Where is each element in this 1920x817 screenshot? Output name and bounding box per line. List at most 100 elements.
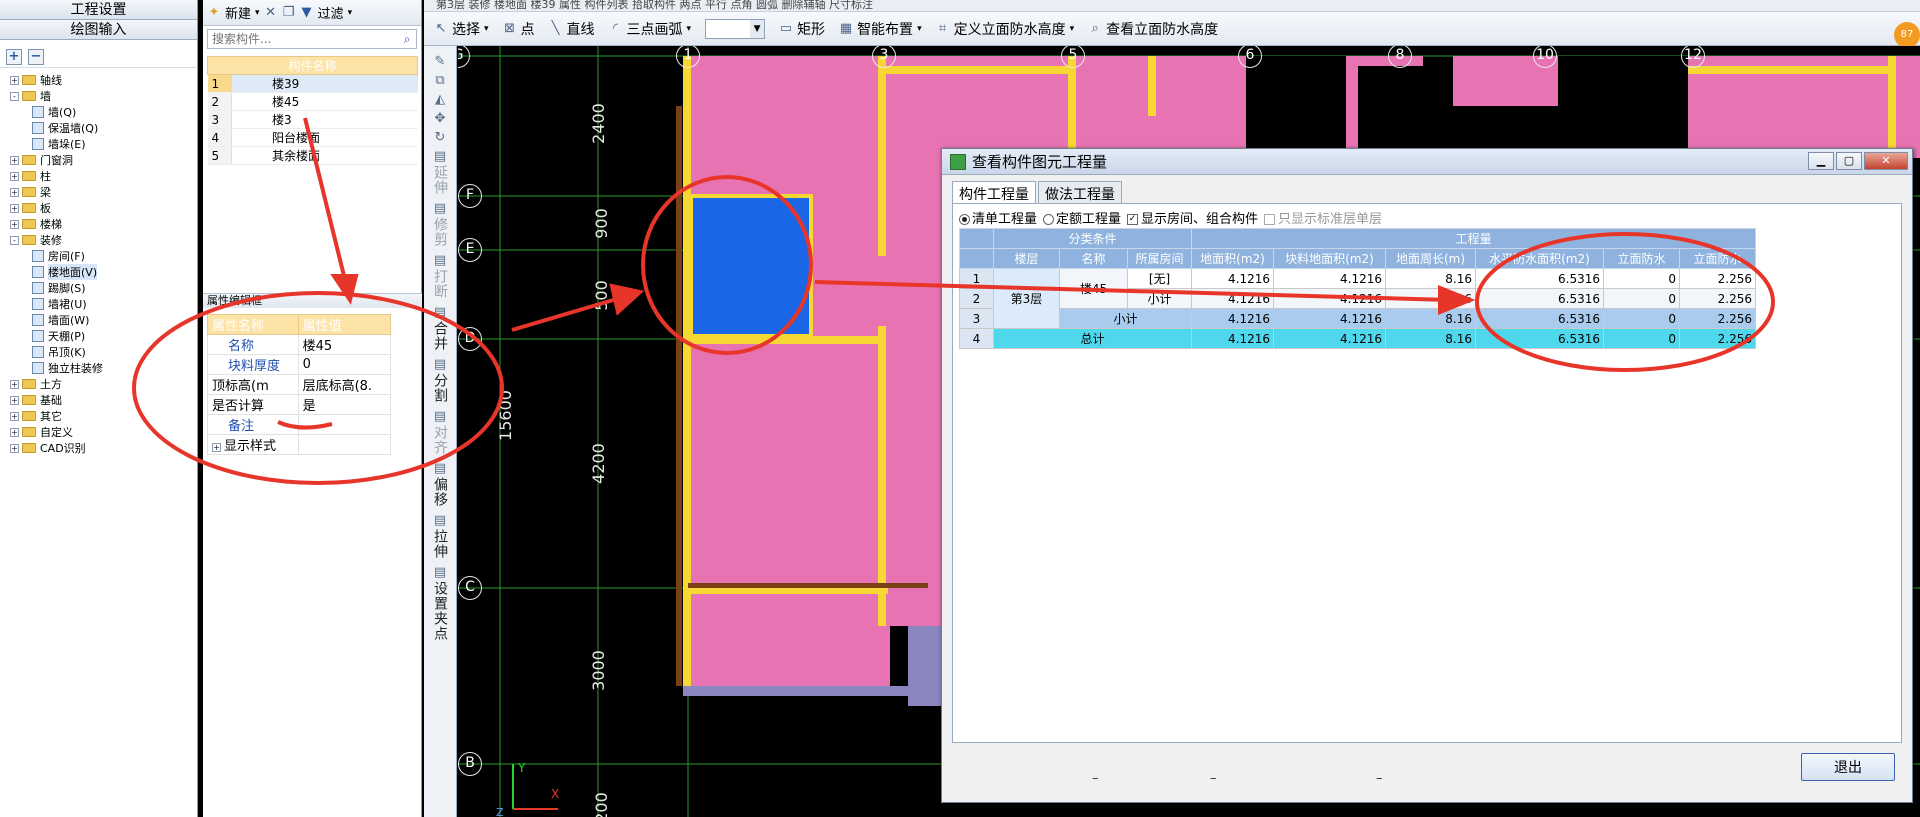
tree-item[interactable]: + CAD识别 bbox=[0, 440, 197, 456]
avatar[interactable]: 87 bbox=[1894, 22, 1920, 48]
smart-layout-tool[interactable]: ▦ 智能布置 ▾ bbox=[839, 19, 922, 39]
draw-mode-dropdown[interactable] bbox=[705, 18, 766, 39]
move-icon[interactable]: ✥ bbox=[432, 111, 448, 127]
property-value[interactable] bbox=[297, 414, 392, 435]
property-value[interactable]: 层底标高(8. bbox=[297, 374, 392, 395]
tree-item[interactable]: 房间(F) bbox=[0, 248, 197, 264]
property-row[interactable]: 备注 bbox=[207, 414, 392, 435]
property-row[interactable]: 名称 楼45 bbox=[207, 334, 392, 355]
property-row[interactable]: 块料厚度 0 bbox=[207, 354, 392, 375]
component-row[interactable]: 1 楼39 bbox=[207, 74, 418, 93]
show-room-checkbox[interactable]: ✓ 显示房间、组合构件 bbox=[1127, 208, 1258, 227]
tree-item[interactable]: + 基础 bbox=[0, 392, 197, 408]
expand-icon[interactable]: + bbox=[10, 75, 19, 85]
tree-item[interactable]: 墙面(W) bbox=[0, 312, 197, 328]
maximize-icon[interactable]: ▢ bbox=[1836, 152, 1862, 170]
define-waterproof-tool[interactable]: ⌗ 定义立面防水高度 ▾ bbox=[936, 19, 1074, 39]
vtool-button[interactable]: ▤ 拉伸 bbox=[432, 513, 448, 559]
component-row[interactable]: 5 其余楼面 bbox=[207, 146, 418, 165]
component-search-input[interactable] bbox=[208, 30, 398, 48]
tree-item[interactable]: + 柱 bbox=[0, 168, 197, 184]
vtool-button[interactable]: ▤ 偏移 bbox=[432, 461, 448, 507]
drawing-input-button[interactable]: 绘图输入 bbox=[0, 20, 197, 40]
rotate-icon[interactable]: ↻ bbox=[432, 130, 448, 146]
vtool-button[interactable]: ▤ 对齐 bbox=[432, 409, 448, 455]
select-tool[interactable]: ↖ 选择 ▾ bbox=[434, 19, 489, 39]
tree-item[interactable]: 楼地面(V) bbox=[0, 264, 197, 280]
expand-all-icon[interactable]: + bbox=[6, 48, 22, 65]
property-value[interactable] bbox=[297, 434, 392, 455]
mirror-icon[interactable]: ◭ bbox=[432, 92, 448, 108]
tree-item[interactable]: - 装修 bbox=[0, 232, 197, 248]
vtool-button[interactable]: ▤ 合并 bbox=[432, 305, 448, 351]
view-waterproof-tool[interactable]: ⌕ 查看立面防水高度 bbox=[1088, 19, 1218, 39]
component-row[interactable]: 3 楼3 bbox=[207, 110, 418, 129]
minimize-icon[interactable]: ▁ bbox=[1808, 152, 1834, 170]
pen-icon[interactable]: ✎ bbox=[432, 54, 448, 70]
expand-icon[interactable]: + bbox=[10, 411, 19, 421]
project-settings-button[interactable]: 工程设置 bbox=[0, 0, 197, 20]
expand-icon[interactable]: + bbox=[212, 443, 221, 452]
tree-item[interactable]: + 自定义 bbox=[0, 424, 197, 440]
tree-item[interactable]: + 土方 bbox=[0, 376, 197, 392]
expand-icon[interactable]: + bbox=[10, 443, 19, 453]
tree-item[interactable]: 墙裙(U) bbox=[0, 296, 197, 312]
vtool-button[interactable]: ▤ 分割 bbox=[432, 357, 448, 403]
tree-item[interactable]: 吊顶(K) bbox=[0, 344, 197, 360]
property-row[interactable]: + 显示样式 bbox=[207, 434, 392, 455]
property-value[interactable]: 楼45 bbox=[297, 334, 392, 355]
tree-item[interactable]: 墙(Q) bbox=[0, 104, 197, 120]
expand-icon[interactable]: + bbox=[10, 395, 19, 405]
tree-item[interactable]: 保温墙(Q) bbox=[0, 120, 197, 136]
point-tool[interactable]: ⊠ 点 bbox=[503, 19, 534, 39]
vtool-button[interactable]: ▤ 打断 bbox=[432, 253, 448, 299]
quota-quantity-radio[interactable]: 定额工程量 bbox=[1043, 208, 1121, 227]
tree-item[interactable]: + 门窗洞 bbox=[0, 152, 197, 168]
list-quantity-radio[interactable]: 清单工程量 bbox=[959, 208, 1037, 227]
collapse-icon[interactable]: - bbox=[10, 235, 19, 245]
collapse-all-icon[interactable]: − bbox=[28, 48, 44, 65]
table-row[interactable]: 1 第3层 楼45 [无] 4.1216 4.1216 8.16 6.5316 … bbox=[959, 268, 1756, 329]
arc-tool[interactable]: ◜ 三点画弧 ▾ bbox=[609, 19, 691, 39]
collapse-icon[interactable]: - bbox=[10, 91, 19, 101]
tree-item[interactable]: 天棚(P) bbox=[0, 328, 197, 344]
tree-item[interactable]: + 轴线 bbox=[0, 72, 197, 88]
component-row[interactable]: 4 阳台楼面 bbox=[207, 128, 418, 147]
tree-item[interactable]: -墙 bbox=[0, 88, 197, 104]
table-row[interactable]: 3 小计 4.1216 4.1216 8.16 6.5316 0 2.256 bbox=[959, 308, 1756, 329]
tree-item[interactable]: 踢脚(S) bbox=[0, 280, 197, 296]
tree-item[interactable]: + 梁 bbox=[0, 184, 197, 200]
dialog-titlebar[interactable]: 查看构件图元工程量 ▁ ▢ ✕ bbox=[942, 149, 1912, 175]
tree-item[interactable]: 独立柱装修 bbox=[0, 360, 197, 376]
expand-icon[interactable]: + bbox=[10, 427, 19, 437]
line-tool[interactable]: ╲ 直线 bbox=[549, 19, 595, 39]
tree-item[interactable]: + 楼梯 bbox=[0, 216, 197, 232]
expand-icon[interactable]: + bbox=[10, 171, 19, 181]
expand-icon[interactable]: + bbox=[10, 219, 19, 229]
vtool-button[interactable]: ▤ 设置夹点 bbox=[432, 565, 448, 641]
filter-button[interactable]: 过滤 bbox=[318, 3, 344, 22]
expand-icon[interactable]: + bbox=[10, 155, 19, 165]
vtool-button[interactable]: ▤ 修剪 bbox=[432, 201, 448, 247]
component-row[interactable]: 2 楼45 bbox=[207, 92, 418, 111]
rect-tool[interactable]: ▭ 矩形 bbox=[779, 19, 825, 39]
std-floor-checkbox[interactable]: 只显示标准层单层 bbox=[1264, 208, 1382, 227]
property-value[interactable]: 0 bbox=[297, 354, 392, 375]
tree-item[interactable]: + 其它 bbox=[0, 408, 197, 424]
exit-button[interactable]: 退出 bbox=[1801, 753, 1895, 781]
new-button[interactable]: 新建 bbox=[225, 3, 251, 22]
property-value[interactable]: 是 bbox=[297, 394, 392, 415]
search-icon[interactable]: ⌕ bbox=[398, 32, 416, 47]
property-row[interactable]: 是否计算 是 bbox=[207, 394, 392, 415]
expand-icon[interactable]: + bbox=[10, 187, 19, 197]
close-icon[interactable]: ✕ bbox=[1864, 152, 1908, 170]
expand-icon[interactable]: + bbox=[10, 379, 19, 389]
copy-icon[interactable]: ⧉ bbox=[432, 73, 448, 89]
tree-item[interactable]: 墙垛(E) bbox=[0, 136, 197, 152]
copy-icon[interactable]: ❐ bbox=[282, 5, 296, 20]
delete-icon[interactable]: ✕ bbox=[264, 5, 278, 20]
expand-icon[interactable]: + bbox=[10, 203, 19, 213]
vtool-button[interactable]: ▤ 延伸 bbox=[432, 149, 448, 195]
property-row[interactable]: 顶标高(m 层底标高(8. bbox=[207, 374, 392, 395]
tree-item[interactable]: + 板 bbox=[0, 200, 197, 216]
